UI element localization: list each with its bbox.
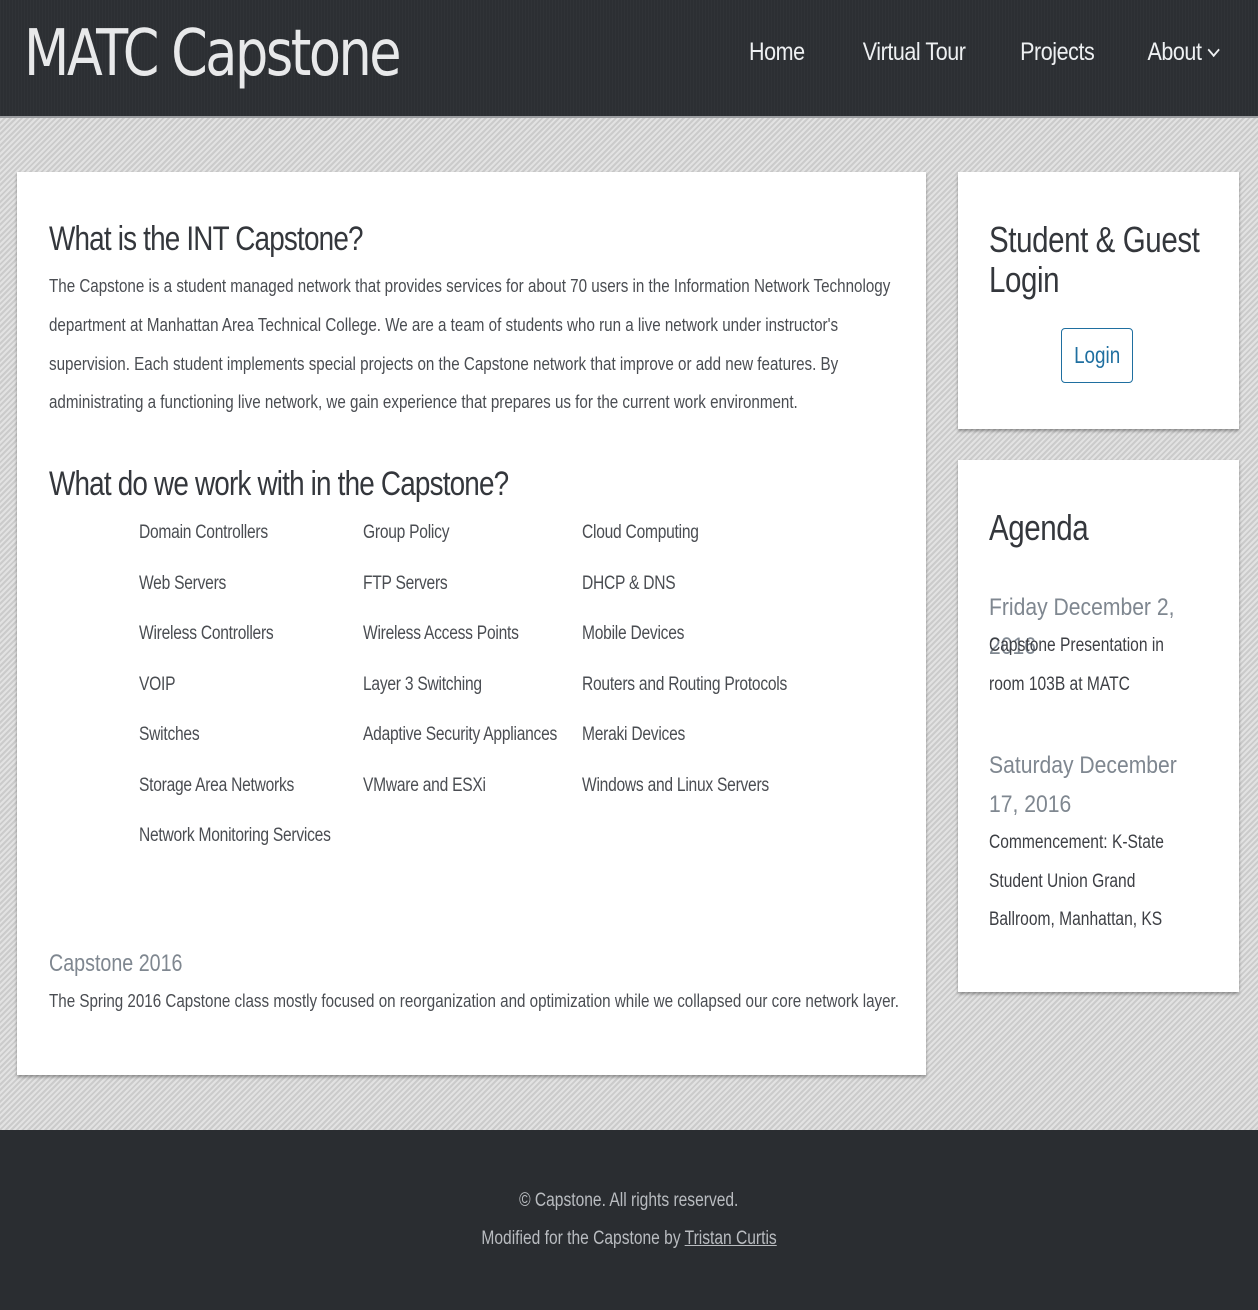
copyright-text: © Capstone. All rights reserved. bbox=[519, 1190, 739, 1211]
login-button[interactable]: Login bbox=[1061, 328, 1133, 383]
agenda-title: Agenda bbox=[989, 507, 1089, 548]
nav-projects[interactable]: Projects bbox=[1019, 38, 1095, 67]
tech-item: Mobile Devices bbox=[582, 623, 685, 644]
agenda-panel: Agenda Friday December 2, 2016 Capstone … bbox=[958, 460, 1239, 992]
tech-item: FTP Servers bbox=[363, 572, 448, 594]
tech-item: Routers and Routing Protocols bbox=[582, 673, 788, 695]
tech-column-2: Group Policy FTP Servers Wireless Access… bbox=[363, 522, 600, 825]
nav-about-dropdown[interactable]: About bbox=[1147, 38, 1220, 67]
agenda-event-desc: Capstone Presentation in room 103B at MA… bbox=[989, 635, 1164, 695]
agenda-event-desc: Commencement: K-State Student Union Gran… bbox=[989, 832, 1164, 930]
nav-virtual-tour[interactable]: Virtual Tour bbox=[863, 38, 966, 67]
tech-item: VMware and ESXi bbox=[363, 774, 486, 796]
tech-item: Adaptive Security Appliances bbox=[363, 724, 558, 745]
tech-item: Switches bbox=[139, 724, 200, 745]
credit-prefix: Modified for the Capstone by bbox=[481, 1228, 685, 1249]
footer-copyright: © Capstone. All rights reserved. bbox=[0, 1190, 1258, 1212]
intro-paragraph: The Capstone is a student managed networ… bbox=[49, 275, 891, 413]
work-title: What do we work with in the Capstone? bbox=[49, 465, 509, 503]
main-nav: Home Virtual Tour Projects About bbox=[698, 38, 1220, 67]
intro-title: What is the INT Capstone? bbox=[49, 220, 364, 258]
site-header: MATC Capstone Home Virtual Tour Projects… bbox=[0, 0, 1258, 118]
nav-about-label: About bbox=[1147, 38, 1202, 66]
tech-column-1: Domain Controllers Web Servers Wireless … bbox=[139, 522, 373, 876]
agenda-event-date: Saturday December 17, 2016 bbox=[989, 752, 1177, 818]
site-footer: © Capstone. All rights reserved. Modifie… bbox=[0, 1130, 1258, 1310]
tech-item: Group Policy bbox=[363, 522, 450, 543]
tech-item: Meraki Devices bbox=[582, 724, 686, 745]
main-content-card: What is the INT Capstone? The Capstone i… bbox=[17, 172, 926, 1075]
login-button-label: Login bbox=[1073, 342, 1121, 368]
login-panel: Student & Guest Login Login bbox=[958, 172, 1239, 429]
tech-item: Wireless Access Points bbox=[363, 623, 519, 644]
tech-item: Cloud Computing bbox=[582, 522, 699, 543]
author-link[interactable]: Tristan Curtis bbox=[685, 1228, 777, 1249]
capstone-year-text: The Spring 2016 Capstone class mostly fo… bbox=[49, 990, 899, 1011]
tech-item: Domain Controllers bbox=[139, 522, 268, 543]
site-logo[interactable]: MATC Capstone bbox=[24, 22, 402, 86]
footer-credit-line: Modified for the Capstone by Tristan Cur… bbox=[481, 1228, 776, 1250]
tech-item: Wireless Controllers bbox=[139, 623, 274, 644]
tech-item: Web Servers bbox=[139, 572, 227, 594]
capstone-year-title: Capstone 2016 bbox=[49, 950, 183, 977]
tech-item: Network Monitoring Services bbox=[139, 825, 331, 846]
footer-credit: Modified for the Capstone by Tristan Cur… bbox=[0, 1228, 1258, 1250]
nav-home[interactable]: Home bbox=[749, 38, 805, 67]
tech-item: Layer 3 Switching bbox=[363, 673, 482, 695]
nav-home-label: Home bbox=[748, 38, 805, 66]
tech-item: VOIP bbox=[139, 673, 176, 695]
tech-item: Storage Area Networks bbox=[139, 774, 295, 796]
tech-item: Windows and Linux Servers bbox=[582, 774, 769, 796]
nav-virtual-tour-label: Virtual Tour bbox=[863, 38, 966, 66]
login-panel-title: Student & Guest Login bbox=[989, 219, 1200, 300]
nav-projects-label: Projects bbox=[1019, 38, 1095, 66]
chevron-down-icon bbox=[1207, 42, 1220, 57]
tech-column-3: Cloud Computing DHCP & DNS Mobile Device… bbox=[582, 522, 832, 825]
tech-item: DHCP & DNS bbox=[582, 572, 676, 594]
